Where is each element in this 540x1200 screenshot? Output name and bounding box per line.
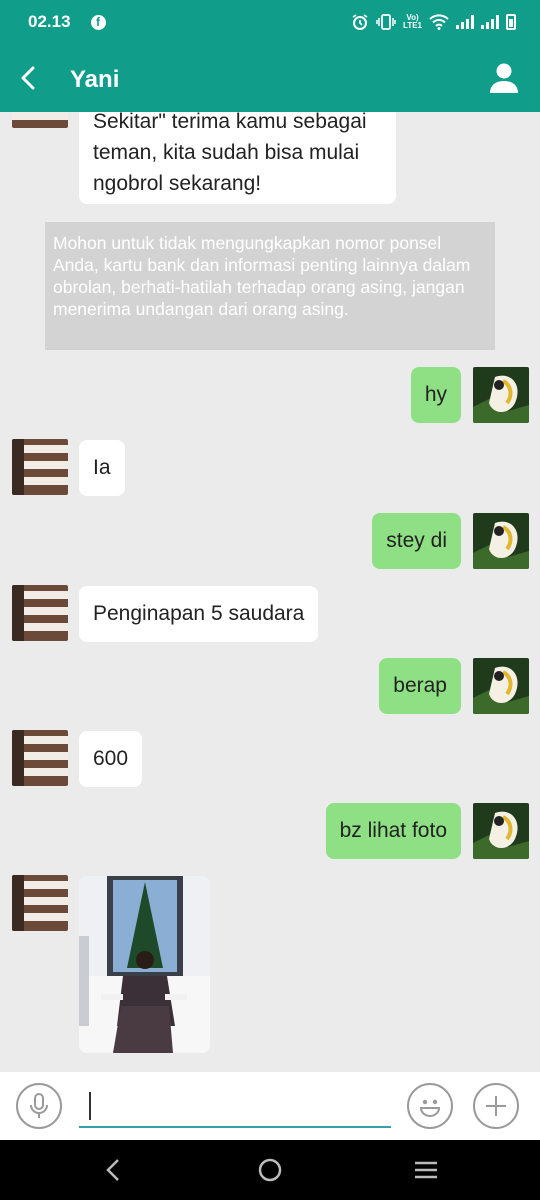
battery-icon: [506, 14, 516, 30]
message-text: 600: [93, 747, 129, 770]
status-icons: Vo) LTE1: [351, 13, 516, 31]
facebook-icon: f: [90, 14, 106, 30]
toolbar: Yani: [0, 44, 540, 112]
message-bubble: Sekitar" terima kamu sebagai teman, kita…: [79, 112, 396, 204]
status-bar: 02.13 f Vo) LTE1: [0, 0, 540, 44]
status-time: 02.13: [28, 12, 71, 31]
message-text: ngobrol sekarang!: [93, 172, 262, 195]
message-input-bar: [0, 1072, 540, 1140]
message-input[interactable]: [79, 1086, 391, 1128]
app-header: 02.13 f Vo) LTE1 Yani: [0, 0, 540, 112]
avatar[interactable]: [12, 439, 68, 495]
message-bubble-sent: bz lihat foto: [325, 803, 461, 859]
plus-icon: [486, 1096, 506, 1116]
message-text: berap: [393, 674, 447, 697]
avatar[interactable]: [473, 513, 529, 569]
message-bubble-sent: hy: [410, 367, 461, 423]
avatar[interactable]: [473, 803, 529, 859]
alarm-icon: [352, 14, 368, 30]
microphone-icon: [30, 1093, 48, 1118]
add-attachment-button[interactable]: [473, 1083, 519, 1129]
back-icon[interactable]: [100, 1156, 128, 1184]
message-text: stey di: [386, 529, 447, 552]
message-text: bz lihat foto: [339, 819, 447, 842]
person-icon[interactable]: [486, 60, 522, 96]
text-cursor: [89, 1092, 91, 1120]
microphone-button[interactable]: [16, 1083, 62, 1129]
avatar[interactable]: [12, 875, 68, 931]
chevron-left-icon[interactable]: [14, 62, 46, 94]
message-text: teman, kita sudah bisa mulai: [93, 141, 360, 164]
volte-icon: Vo) LTE1: [403, 13, 422, 30]
menu-icon[interactable]: [412, 1156, 440, 1184]
chat-title: Yani: [70, 66, 120, 93]
message-bubble-sent: stey di: [372, 513, 461, 569]
avatar[interactable]: [12, 112, 68, 128]
signal-icon: [456, 15, 474, 29]
wifi-icon: [429, 14, 449, 30]
avatar[interactable]: [12, 585, 68, 641]
message-bubble-received: Ia: [79, 440, 125, 496]
message-text: hy: [424, 383, 447, 406]
message-text: Sekitar" terima kamu sebagai: [93, 112, 367, 133]
image-message[interactable]: [79, 876, 210, 1053]
safety-notice: Mohon untuk tidak mengungkapkan nomor po…: [45, 222, 495, 350]
emoji-button[interactable]: [407, 1083, 453, 1129]
chat-area[interactable]: Sekitar" terima kamu sebagai teman, kita…: [0, 112, 540, 1072]
avatar[interactable]: [473, 658, 529, 714]
message-text: Ia: [93, 456, 111, 479]
signal-icon: [481, 15, 499, 29]
home-icon[interactable]: [256, 1156, 284, 1184]
message-bubble-sent: berap: [379, 658, 461, 714]
avatar[interactable]: [473, 367, 529, 423]
avatar[interactable]: [12, 730, 68, 786]
smiley-icon: [419, 1099, 441, 1117]
message-bubble-received: 600: [79, 731, 143, 787]
message-bubble-received: Penginapan 5 saudara: [79, 586, 319, 642]
system-nav-bar: [0, 1140, 540, 1200]
vibrate-icon: [376, 14, 396, 30]
message-text: Penginapan 5 saudara: [93, 602, 305, 625]
